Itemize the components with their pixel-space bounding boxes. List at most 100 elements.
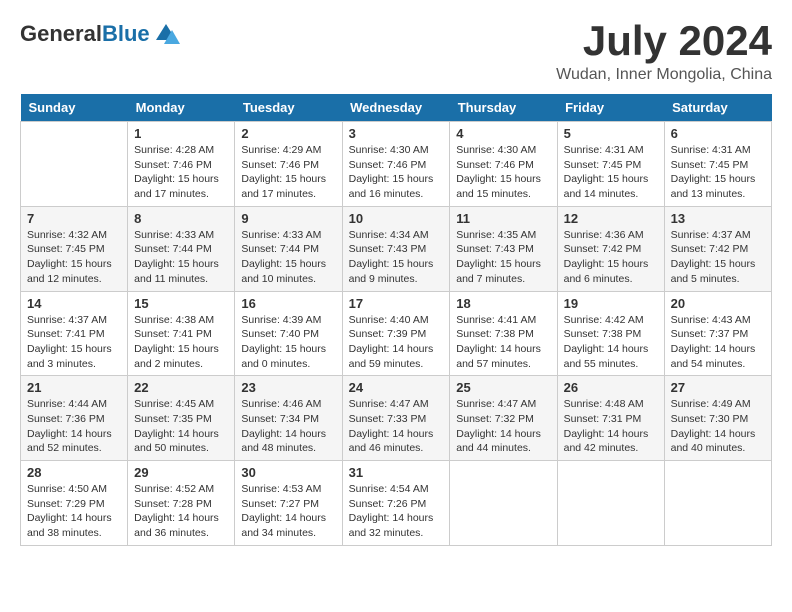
day-info: Sunrise: 4:44 AM Sunset: 7:36 PM Dayligh… — [27, 397, 121, 456]
day-info: Sunrise: 4:29 AM Sunset: 7:46 PM Dayligh… — [241, 143, 335, 202]
day-info: Sunrise: 4:30 AM Sunset: 7:46 PM Dayligh… — [456, 143, 550, 202]
day-info: Sunrise: 4:33 AM Sunset: 7:44 PM Dayligh… — [241, 228, 335, 287]
day-info: Sunrise: 4:37 AM Sunset: 7:41 PM Dayligh… — [27, 313, 121, 372]
day-info: Sunrise: 4:36 AM Sunset: 7:42 PM Dayligh… — [564, 228, 658, 287]
day-info: Sunrise: 4:50 AM Sunset: 7:29 PM Dayligh… — [27, 482, 121, 541]
day-number: 11 — [456, 211, 550, 226]
day-info: Sunrise: 4:48 AM Sunset: 7:31 PM Dayligh… — [564, 397, 658, 456]
calendar-cell: 27 Sunrise: 4:49 AM Sunset: 7:30 PM Dayli… — [664, 376, 771, 461]
day-number: 5 — [564, 126, 658, 141]
calendar-cell: 22Sunrise: 4:45 AM Sunset: 7:35 PM Dayli… — [128, 376, 235, 461]
logo-general: General — [20, 21, 102, 46]
day-number: 21 — [27, 380, 121, 395]
calendar-cell: 31 Sunrise: 4:54 AM Sunset: 7:26 PM Dayli… — [342, 461, 450, 546]
day-info: Sunrise: 4:37 AM Sunset: 7:42 PM Dayligh… — [671, 228, 765, 287]
day-number: 8 — [134, 211, 228, 226]
day-info: Sunrise: 4:43 AM Sunset: 7:37 PM Dayligh… — [671, 313, 765, 372]
calendar-cell: 24Sunrise: 4:47 AM Sunset: 7:33 PM Dayli… — [342, 376, 450, 461]
day-number: 6 — [671, 126, 765, 141]
calendar-cell: 2 Sunrise: 4:29 AM Sunset: 7:46 PM Daylig… — [235, 122, 342, 207]
day-number: 26 — [564, 380, 658, 395]
day-info: Sunrise: 4:28 AM Sunset: 7:46 PM Dayligh… — [134, 143, 228, 202]
day-of-week-header: Wednesday — [342, 94, 450, 122]
day-number: 10 — [349, 211, 444, 226]
calendar-cell: 1 Sunrise: 4:28 AM Sunset: 7:46 PM Daylig… — [128, 122, 235, 207]
day-number: 27 — [671, 380, 765, 395]
day-number: 29 — [134, 465, 228, 480]
day-info: Sunrise: 4:31 AM Sunset: 7:45 PM Dayligh… — [564, 143, 658, 202]
day-info: Sunrise: 4:33 AM Sunset: 7:44 PM Dayligh… — [134, 228, 228, 287]
calendar-table: SundayMondayTuesdayWednesdayThursdayFrid… — [20, 94, 772, 546]
day-number: 4 — [456, 126, 550, 141]
calendar-cell: 30Sunrise: 4:53 AM Sunset: 7:27 PM Dayli… — [235, 461, 342, 546]
day-number: 30 — [241, 465, 335, 480]
day-number: 19 — [564, 296, 658, 311]
day-number: 14 — [27, 296, 121, 311]
day-info: Sunrise: 4:54 AM Sunset: 7:26 PM Dayligh… — [349, 482, 444, 541]
day-number: 25 — [456, 380, 550, 395]
logo-icon — [152, 20, 180, 48]
day-number: 18 — [456, 296, 550, 311]
day-number: 2 — [241, 126, 335, 141]
calendar-cell — [450, 461, 557, 546]
day-number: 7 — [27, 211, 121, 226]
calendar-cell: 28 Sunrise: 4:50 AM Sunset: 7:29 PM Dayli… — [21, 461, 128, 546]
day-info: Sunrise: 4:47 AM Sunset: 7:32 PM Dayligh… — [456, 397, 550, 456]
calendar-cell — [21, 122, 128, 207]
calendar-cell: 23 Sunrise: 4:46 AM Sunset: 7:34 PM Dayli… — [235, 376, 342, 461]
calendar-cell: 16Sunrise: 4:39 AM Sunset: 7:40 PM Dayli… — [235, 291, 342, 376]
logo: GeneralBlue — [20, 20, 180, 48]
calendar-cell: 25 Sunrise: 4:47 AM Sunset: 7:32 PM Dayli… — [450, 376, 557, 461]
day-of-week-header: Monday — [128, 94, 235, 122]
calendar-cell: 15 Sunrise: 4:38 AM Sunset: 7:41 PM Dayli… — [128, 291, 235, 376]
calendar-week-row: 14 Sunrise: 4:37 AM Sunset: 7:41 PM Dayli… — [21, 291, 772, 376]
calendar-cell: 11 Sunrise: 4:35 AM Sunset: 7:43 PM Dayli… — [450, 206, 557, 291]
day-number: 15 — [134, 296, 228, 311]
day-number: 31 — [349, 465, 444, 480]
day-number: 9 — [241, 211, 335, 226]
calendar-week-row: 1 Sunrise: 4:28 AM Sunset: 7:46 PM Daylig… — [21, 122, 772, 207]
page-header: GeneralBlue July 2024 Wudan, Inner Mongo… — [20, 20, 772, 84]
day-number: 24 — [349, 380, 444, 395]
calendar-cell: 26 Sunrise: 4:48 AM Sunset: 7:31 PM Dayli… — [557, 376, 664, 461]
day-of-week-header: Sunday — [21, 94, 128, 122]
calendar-cell: 21 Sunrise: 4:44 AM Sunset: 7:36 PM Dayli… — [21, 376, 128, 461]
calendar-cell — [557, 461, 664, 546]
day-number: 17 — [349, 296, 444, 311]
calendar-cell: 6Sunrise: 4:31 AM Sunset: 7:45 PM Daylig… — [664, 122, 771, 207]
day-number: 3 — [349, 126, 444, 141]
location-title: Wudan, Inner Mongolia, China — [556, 66, 772, 84]
calendar-week-row: 28 Sunrise: 4:50 AM Sunset: 7:29 PM Dayli… — [21, 461, 772, 546]
calendar-cell — [664, 461, 771, 546]
day-info: Sunrise: 4:52 AM Sunset: 7:28 PM Dayligh… — [134, 482, 228, 541]
calendar-cell: 9 Sunrise: 4:33 AM Sunset: 7:44 PM Daylig… — [235, 206, 342, 291]
month-title: July 2024 — [556, 20, 772, 62]
calendar-week-row: 7 Sunrise: 4:32 AM Sunset: 7:45 PM Daylig… — [21, 206, 772, 291]
day-number: 28 — [27, 465, 121, 480]
day-number: 20 — [671, 296, 765, 311]
calendar-cell: 17Sunrise: 4:40 AM Sunset: 7:39 PM Dayli… — [342, 291, 450, 376]
day-info: Sunrise: 4:42 AM Sunset: 7:38 PM Dayligh… — [564, 313, 658, 372]
calendar-week-row: 21 Sunrise: 4:44 AM Sunset: 7:36 PM Dayli… — [21, 376, 772, 461]
day-number: 23 — [241, 380, 335, 395]
day-of-week-header: Tuesday — [235, 94, 342, 122]
day-of-week-header: Saturday — [664, 94, 771, 122]
day-info: Sunrise: 4:38 AM Sunset: 7:41 PM Dayligh… — [134, 313, 228, 372]
day-number: 1 — [134, 126, 228, 141]
calendar-cell: 29 Sunrise: 4:52 AM Sunset: 7:28 PM Dayli… — [128, 461, 235, 546]
day-info: Sunrise: 4:49 AM Sunset: 7:30 PM Dayligh… — [671, 397, 765, 456]
calendar-cell: 10 Sunrise: 4:34 AM Sunset: 7:43 PM Dayli… — [342, 206, 450, 291]
day-info: Sunrise: 4:34 AM Sunset: 7:43 PM Dayligh… — [349, 228, 444, 287]
calendar-cell: 8 Sunrise: 4:33 AM Sunset: 7:44 PM Daylig… — [128, 206, 235, 291]
day-info: Sunrise: 4:45 AM Sunset: 7:35 PM Dayligh… — [134, 397, 228, 456]
day-number: 16 — [241, 296, 335, 311]
day-info: Sunrise: 4:32 AM Sunset: 7:45 PM Dayligh… — [27, 228, 121, 287]
day-of-week-header: Friday — [557, 94, 664, 122]
calendar-cell: 4 Sunrise: 4:30 AM Sunset: 7:46 PM Daylig… — [450, 122, 557, 207]
calendar-cell: 3Sunrise: 4:30 AM Sunset: 7:46 PM Daylig… — [342, 122, 450, 207]
day-info: Sunrise: 4:46 AM Sunset: 7:34 PM Dayligh… — [241, 397, 335, 456]
calendar-cell: 14 Sunrise: 4:37 AM Sunset: 7:41 PM Dayli… — [21, 291, 128, 376]
day-info: Sunrise: 4:41 AM Sunset: 7:38 PM Dayligh… — [456, 313, 550, 372]
day-number: 13 — [671, 211, 765, 226]
day-info: Sunrise: 4:35 AM Sunset: 7:43 PM Dayligh… — [456, 228, 550, 287]
